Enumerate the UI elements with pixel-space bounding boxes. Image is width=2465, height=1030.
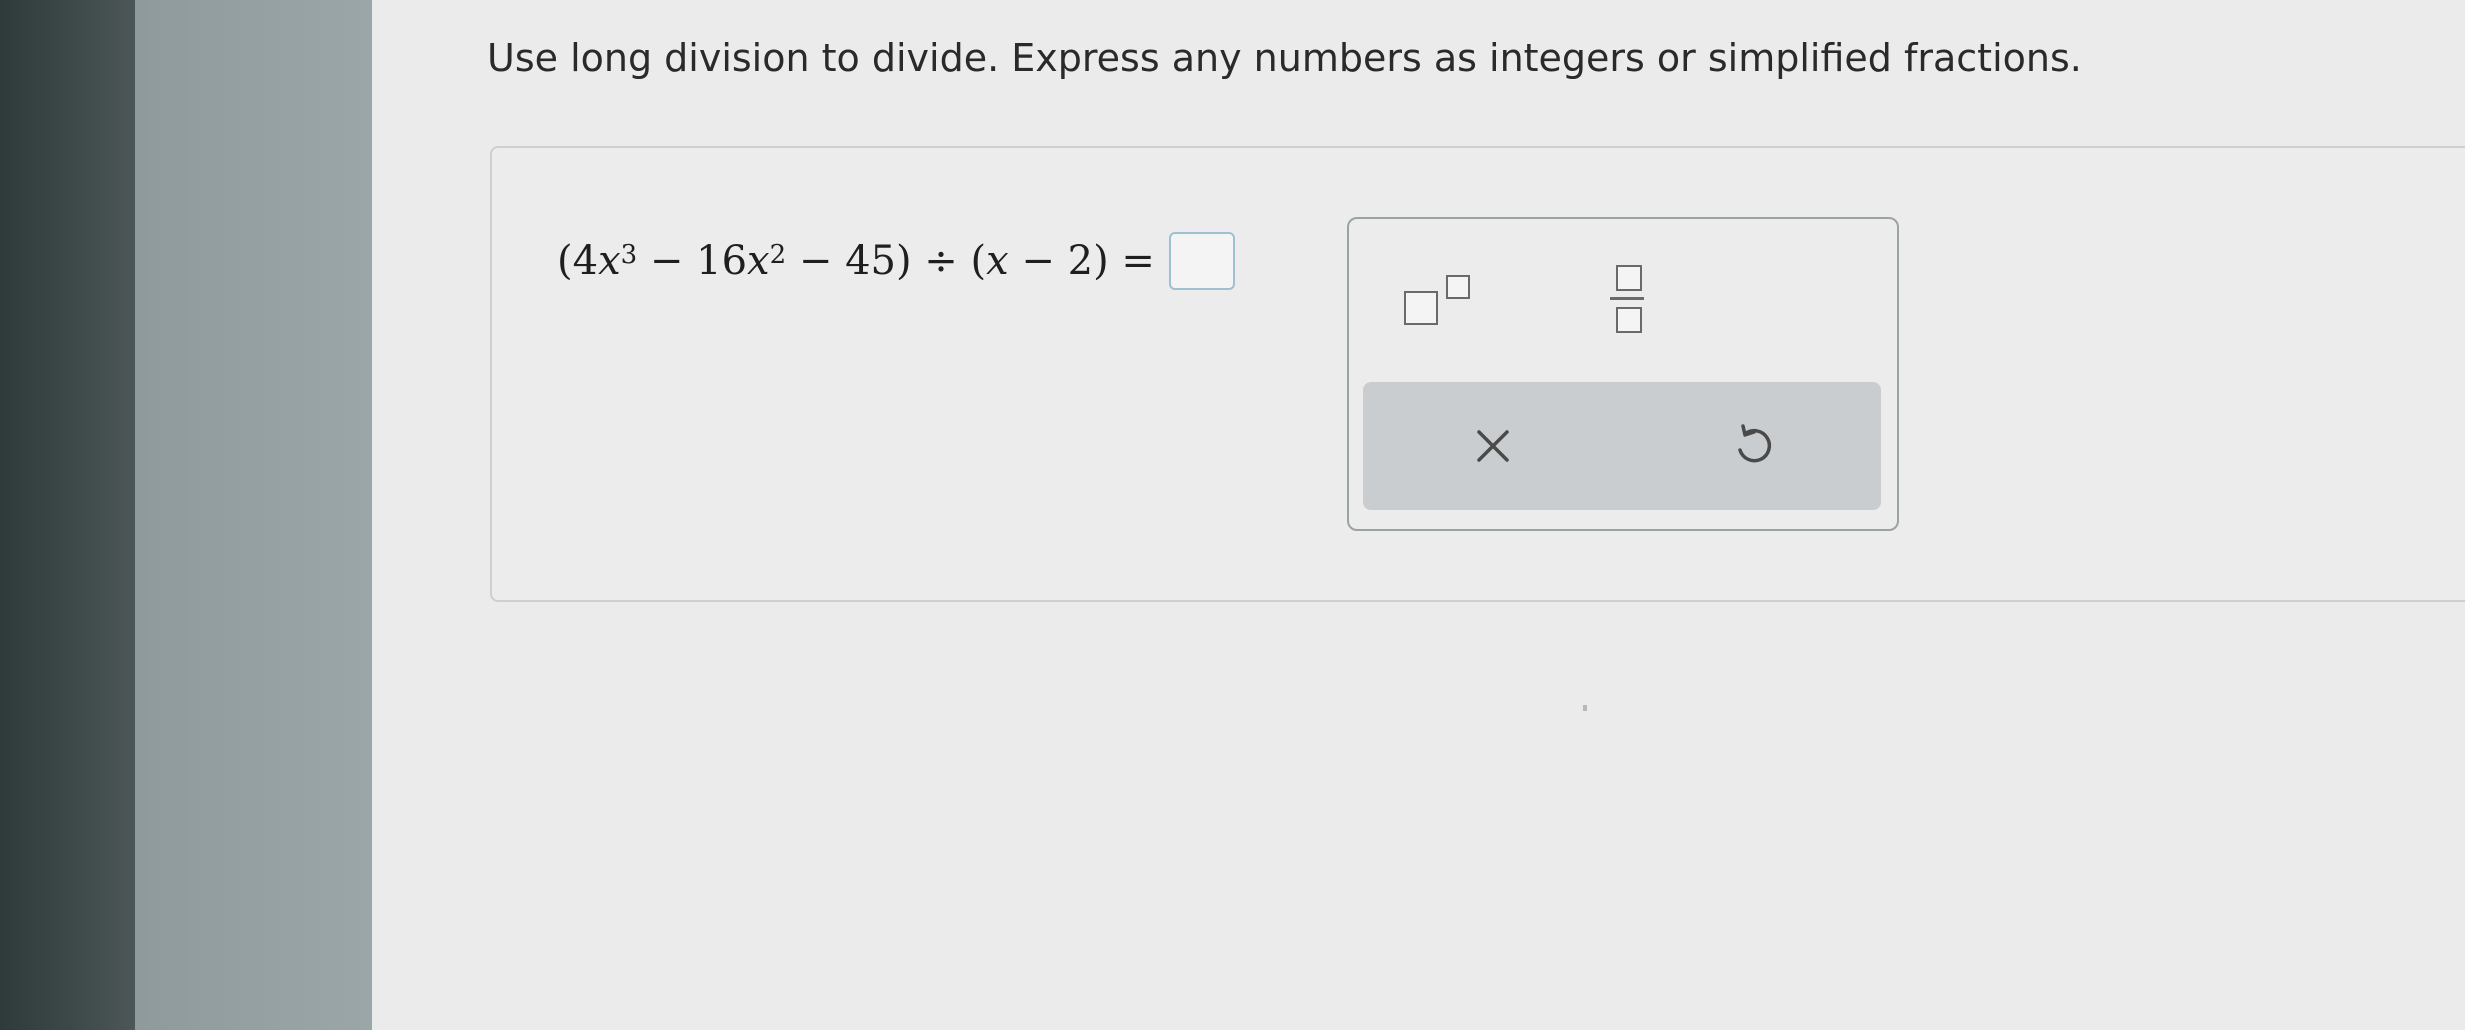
fraction-button[interactable] bbox=[1596, 261, 1656, 341]
close-paren: ) bbox=[1093, 238, 1109, 284]
division-expression: ( 4 x 3 − 16 x 2 − 45 ) ÷ ( x − 2 ) = bbox=[557, 232, 1235, 290]
superscript-button[interactable] bbox=[1404, 261, 1494, 331]
variable: x bbox=[747, 238, 770, 284]
left-sidebar bbox=[135, 0, 372, 1030]
math-palette bbox=[1347, 217, 1899, 531]
undo-icon bbox=[1738, 424, 1772, 463]
variable: x bbox=[986, 238, 1009, 284]
close-icon bbox=[1477, 430, 1509, 462]
close-paren: ) bbox=[895, 238, 912, 284]
monitor-bezel bbox=[0, 0, 135, 1030]
term: − 45 bbox=[786, 238, 896, 284]
screen-speck bbox=[1583, 705, 1587, 711]
exponent: 2 bbox=[769, 240, 787, 270]
screen: Use long division to divide. Express any… bbox=[0, 0, 2465, 1030]
term: − 2 bbox=[1008, 238, 1094, 284]
divide-sign: ÷ bbox=[911, 238, 971, 284]
palette-action-bar bbox=[1363, 382, 1881, 510]
question-instructions: Use long division to divide. Express any… bbox=[487, 36, 2082, 80]
coefficient: 4 bbox=[572, 238, 599, 284]
undo-button[interactable] bbox=[1723, 416, 1783, 476]
variable: x bbox=[598, 238, 621, 284]
clear-button[interactable] bbox=[1463, 416, 1523, 476]
exponent: 3 bbox=[620, 240, 638, 270]
open-paren: ( bbox=[970, 238, 987, 284]
term: − 16 bbox=[637, 238, 748, 284]
answer-input[interactable] bbox=[1168, 232, 1235, 290]
open-paren: ( bbox=[557, 238, 573, 284]
equals-sign: = bbox=[1108, 238, 1155, 284]
